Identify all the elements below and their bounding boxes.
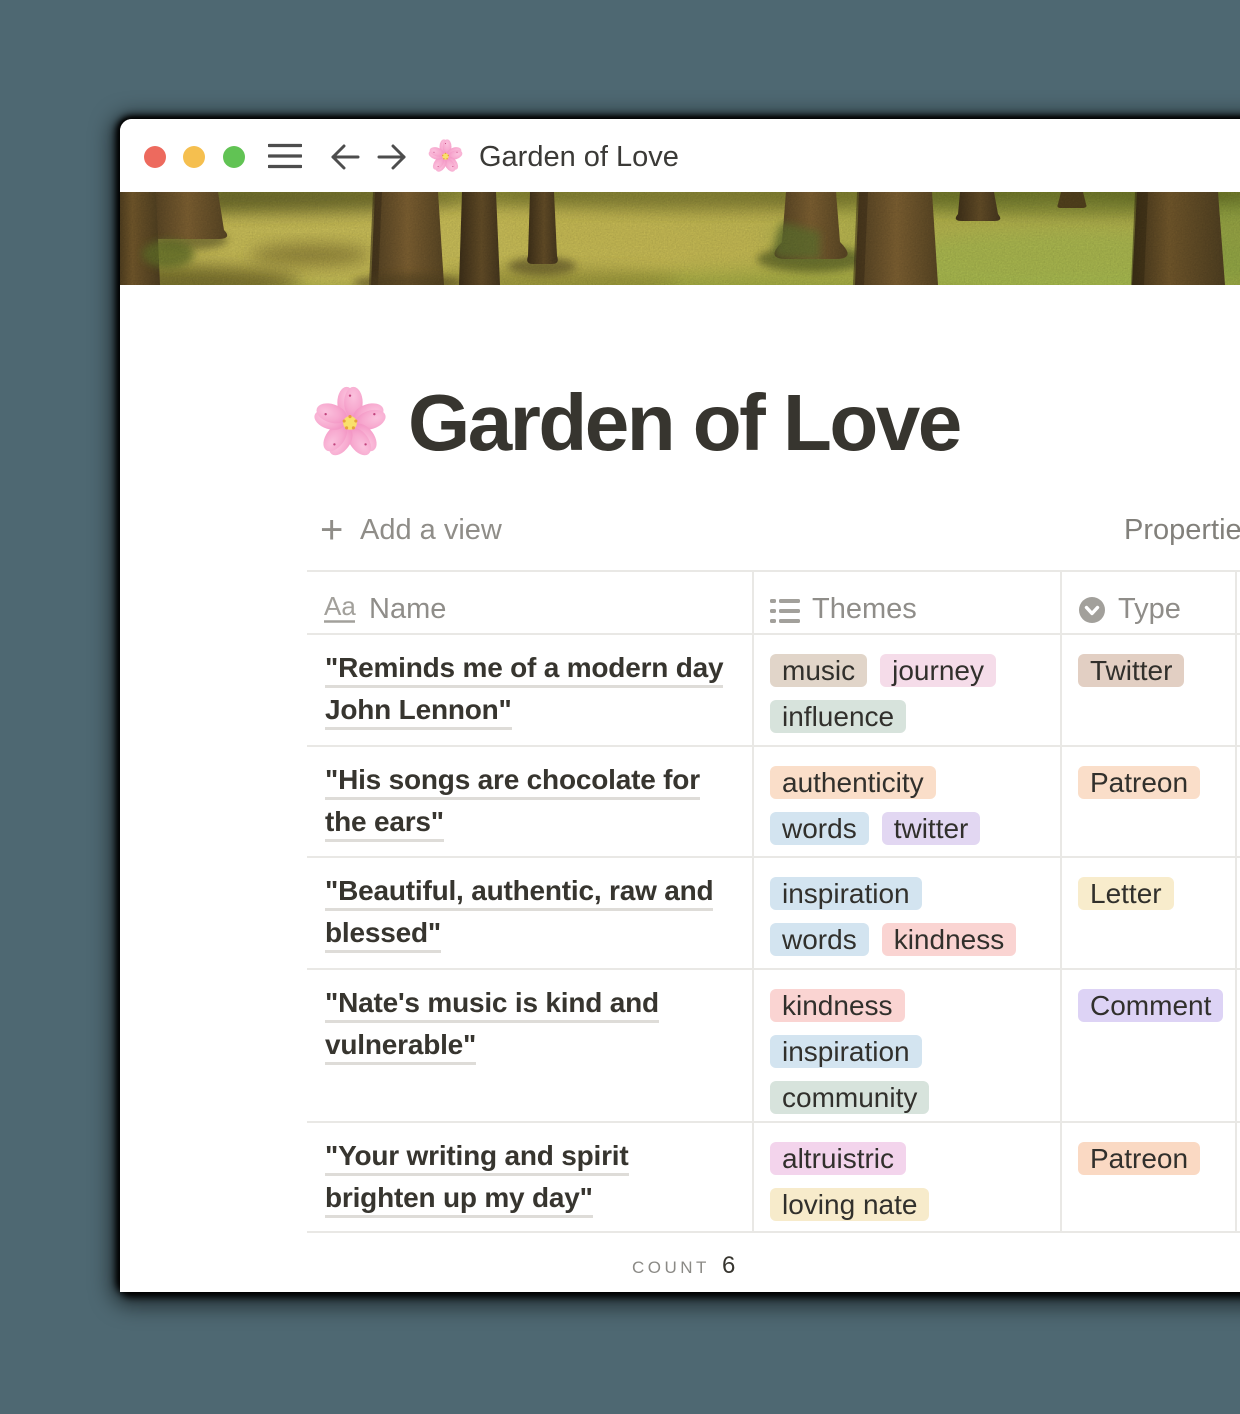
svg-text:Aa: Aa [324, 594, 356, 621]
